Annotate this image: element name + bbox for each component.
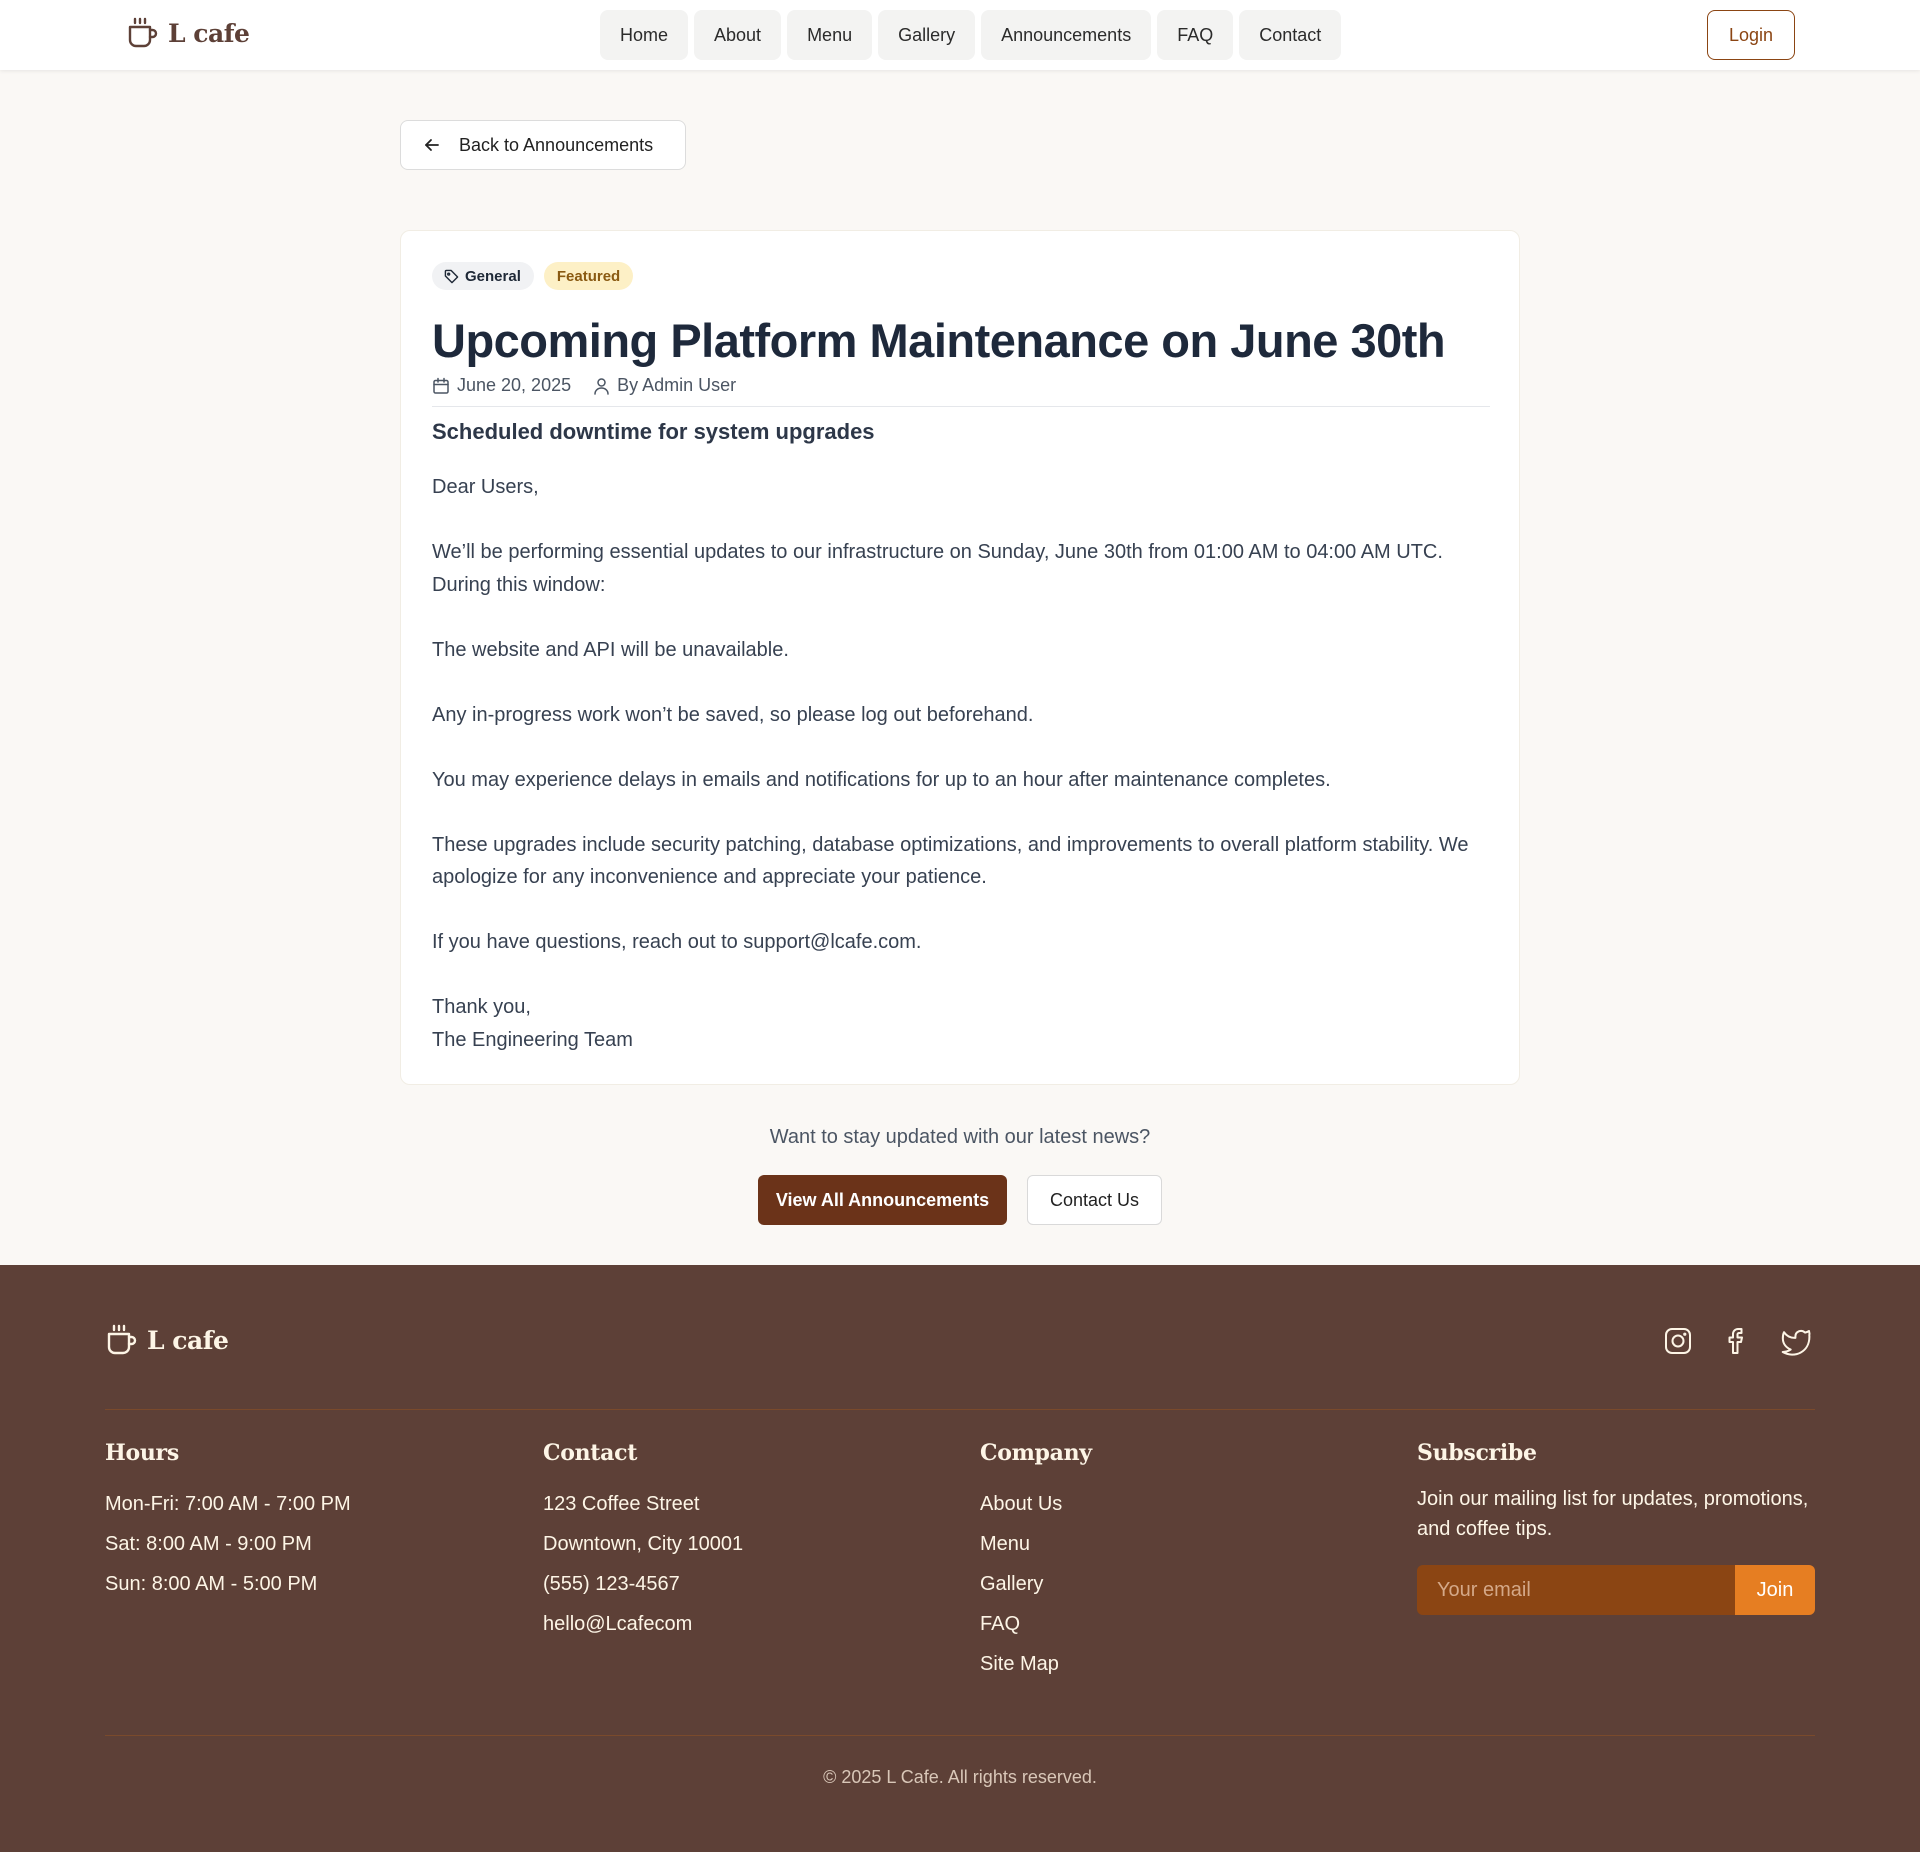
- hours-heading: Hours: [105, 1440, 179, 1466]
- footer-divider: [105, 1409, 1815, 1410]
- article-paragraph: You may experience delays in emails and …: [432, 768, 1331, 791]
- company-heading: Company: [980, 1440, 1092, 1466]
- site-footer: L cafe Hours Mon-Fri: 7:00 AM - 7:00 PM …: [0, 1265, 1920, 1852]
- calendar-icon: [432, 377, 450, 395]
- nav-gallery[interactable]: Gallery: [878, 10, 976, 60]
- subscribe-text: Join our mailing list for updates, promo…: [1417, 1488, 1809, 1540]
- article-paragraph: Any in-progress work won’t be saved, so …: [432, 703, 1034, 726]
- tag-icon: [444, 269, 459, 284]
- tag-list: General Featured: [432, 262, 634, 290]
- contact-email[interactable]: hello@Lcafecom: [543, 1604, 943, 1644]
- featured-badge: Featured: [543, 262, 634, 290]
- footer-contact: Contact 123 Coffee Street Downtown, City…: [543, 1440, 943, 1644]
- article-paragraph: These upgrades include security patching…: [432, 833, 1469, 889]
- contact-phone[interactable]: (555) 123-4567: [543, 1564, 943, 1604]
- back-to-announcements-button[interactable]: Back to Announcements: [400, 120, 686, 170]
- footer-link-menu[interactable]: Menu: [980, 1524, 1380, 1564]
- announcement-card: General Featured Upcoming Platform Maint…: [400, 230, 1520, 1085]
- hours-line: Sat: 8:00 AM - 9:00 PM: [105, 1533, 312, 1555]
- footer-company: Company About Us Menu Gallery FAQ Site M…: [980, 1440, 1380, 1684]
- article-author: By Admin User: [593, 375, 736, 396]
- arrow-left-icon: [423, 136, 441, 154]
- site-header: L cafe Home About Menu Gallery Announcem…: [0, 0, 1920, 70]
- brand-name: L cafe: [168, 18, 250, 48]
- nav-announcements[interactable]: Announcements: [981, 10, 1152, 60]
- subscribe-heading: Subscribe: [1417, 1440, 1537, 1466]
- twitter-icon[interactable]: [1780, 1325, 1812, 1357]
- subscribe-form: Join: [1417, 1565, 1817, 1615]
- nav-faq[interactable]: FAQ: [1157, 10, 1234, 60]
- footer-link-about-us[interactable]: About Us: [980, 1484, 1380, 1524]
- footer-link-gallery[interactable]: Gallery: [980, 1564, 1380, 1604]
- category-tag[interactable]: General: [432, 262, 534, 290]
- footer-brand[interactable]: L cafe: [105, 1323, 229, 1357]
- hours-line: Sun: 8:00 AM - 5:00 PM: [105, 1573, 318, 1595]
- nav-menu[interactable]: Menu: [787, 10, 873, 60]
- signoff-line: Thank you,: [432, 996, 531, 1018]
- back-button-label: Back to Announcements: [459, 134, 654, 155]
- contact-us-button[interactable]: Contact Us: [1027, 1175, 1162, 1225]
- user-icon: [593, 377, 610, 395]
- footer-bottom-divider: [105, 1735, 1815, 1736]
- coffee-cup-icon: [126, 16, 158, 50]
- footer-subscribe: Subscribe Join our mailing list for upda…: [1417, 1440, 1817, 1615]
- footer-link-faq[interactable]: FAQ: [980, 1604, 1380, 1644]
- login-button[interactable]: Login: [1707, 10, 1795, 60]
- article-paragraph: We’ll be performing essential updates to…: [432, 541, 1443, 596]
- nav-contact[interactable]: Contact: [1239, 10, 1342, 60]
- footer-link-site-map[interactable]: Site Map: [980, 1644, 1380, 1684]
- hours-line: Mon-Fri: 7:00 AM - 7:00 PM: [105, 1493, 351, 1515]
- article-meta: June 20, 2025 By Admin User: [432, 375, 736, 396]
- article-signoff: Thank you, The Engineering Team: [432, 991, 1492, 1056]
- view-all-announcements-button[interactable]: View All Announcements: [758, 1175, 1007, 1225]
- article-body: Dear Users, We’ll be performing essentia…: [432, 471, 1492, 1056]
- join-button[interactable]: Join: [1735, 1565, 1815, 1615]
- brand-logo[interactable]: L cafe: [126, 16, 250, 50]
- article-paragraph: The website and API will be unavailable.: [432, 638, 789, 661]
- article-date-text: June 20, 2025: [457, 375, 572, 395]
- category-tag-label: General: [465, 267, 521, 285]
- social-links: [1662, 1325, 1812, 1357]
- article-author-text: By Admin User: [617, 375, 737, 395]
- article-paragraph: Dear Users,: [432, 476, 539, 498]
- facebook-icon[interactable]: [1721, 1325, 1753, 1357]
- signoff-signature: The Engineering Team: [432, 1028, 633, 1051]
- article-paragraph: If you have questions, reach out to supp…: [432, 931, 922, 953]
- article-subtitle: Scheduled downtime for system upgrades: [432, 419, 875, 444]
- email-input[interactable]: [1417, 1565, 1735, 1615]
- footer-hours: Hours Mon-Fri: 7:00 AM - 7:00 PM Sat: 8:…: [105, 1440, 505, 1604]
- article-date: June 20, 2025: [432, 375, 571, 396]
- contact-city-line: Downtown, City 10001: [543, 1533, 744, 1555]
- cta-text: Want to stay updated with our latest new…: [769, 1126, 1151, 1148]
- footer-brand-name: L cafe: [147, 1325, 229, 1355]
- nav-home[interactable]: Home: [600, 10, 689, 60]
- coffee-cup-icon: [105, 1323, 137, 1357]
- article-divider: [432, 406, 1490, 407]
- instagram-icon[interactable]: [1662, 1325, 1694, 1357]
- nav-about[interactable]: About: [694, 10, 782, 60]
- article-title: Upcoming Platform Maintenance on June 30…: [432, 314, 1446, 367]
- contact-heading: Contact: [543, 1440, 638, 1466]
- contact-address-line: 123 Coffee Street: [543, 1493, 700, 1515]
- copyright-text: © 2025 L Cafe. All rights reserved.: [823, 1767, 1097, 1787]
- main-nav: Home About Menu Gallery Announcements FA…: [600, 10, 1342, 60]
